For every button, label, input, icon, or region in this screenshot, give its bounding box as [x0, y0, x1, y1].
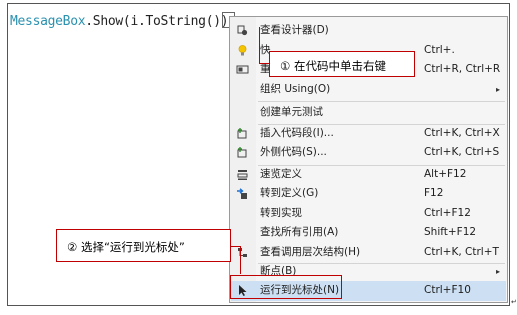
menu-item-peek-definition[interactable]: 速览定义 Alt+F12 [231, 165, 506, 185]
menu-item-label: 查看调用层次结构(H) [260, 245, 361, 258]
menu-item-label: 转到实现 [260, 206, 302, 219]
menu-item-shortcut: Shift+F12 [424, 226, 477, 238]
callout-step2: ② 选择“运行到光标处” [56, 229, 231, 262]
menu-item-label: 查看设计器(D) [260, 24, 329, 36]
submenu-arrow-icon: ▸ [495, 267, 500, 276]
menu-item-shortcut: Ctrl+K, Ctrl+T [424, 245, 499, 258]
callout-leader-step2-vertical [240, 246, 241, 274]
insert-snippet-icon [237, 127, 247, 138]
code-class-name: MessageBox [10, 14, 86, 29]
menu-item-shortcut: Ctrl+R, Ctrl+R [424, 63, 501, 75]
menu-item-insert-snippet[interactable]: 插入代码段(I)... Ctrl+K, Ctrl+X [231, 124, 506, 144]
menu-item-surround-with[interactable]: 外侧代码(S)... Ctrl+K, Ctrl+S [231, 143, 506, 163]
callout-step1: ① 在代码中单击右键 [269, 51, 415, 77]
menu-item-shortcut: F12 [424, 187, 444, 199]
menu-item-label: 组织 Using(O) [260, 82, 331, 95]
menu-item-label: 查找所有引用(A) [260, 226, 339, 238]
menu-item-label: 转到定义(G) [260, 187, 319, 199]
menu-item-find-all-references[interactable]: 查找所有引用(A) Shift+F12 [231, 223, 506, 243]
callout-step1-text: ① 在代码中单击右键 [280, 59, 386, 73]
view-designer-icon [237, 25, 248, 36]
menu-item-organize-usings[interactable]: 组织 Using(O) ▸ [231, 80, 506, 100]
menu-item-shortcut: Ctrl+F12 [424, 206, 471, 219]
callout-leader-step1-horizontal [259, 63, 269, 64]
callout-step2-text: ② 选择“运行到光标处” [67, 240, 185, 254]
paragraph-mark: ↵ [511, 298, 517, 306]
run-to-cursor-highlight-box [230, 275, 342, 299]
lightbulb-icon [238, 44, 247, 55]
menu-item-shortcut: Alt+F12 [424, 167, 467, 180]
surround-with-icon [237, 147, 247, 158]
menu-item-label: 外侧代码(S)... [260, 146, 327, 158]
menu-item-view-designer[interactable]: 查看设计器(D) [231, 21, 506, 41]
menu-item-go-to-definition[interactable]: 转到定义(G) F12 [231, 184, 506, 204]
menu-item-shortcut: Ctrl+K, Ctrl+X [424, 126, 500, 139]
menu-item-go-to-implementation[interactable]: 转到实现 Ctrl+F12 [231, 204, 506, 224]
callout-leader-step1 [259, 27, 260, 64]
peek-definition-icon [237, 169, 248, 180]
call-hierarchy-icon [238, 247, 247, 257]
menu-item-shortcut: Ctrl+. [424, 43, 455, 56]
rename-icon [236, 65, 249, 74]
menu-item-shortcut: Ctrl+K, Ctrl+S [424, 146, 500, 158]
go-to-definition-icon [237, 188, 247, 199]
menu-item-label: 速览定义 [260, 167, 302, 180]
code-call: .Show(i.ToString()); [85, 14, 236, 29]
menu-item-label: 插入代码段(I)... [260, 126, 334, 139]
menu-item-call-hierarchy[interactable]: 查看调用层次结构(H) Ctrl+K, Ctrl+T [231, 243, 506, 263]
code-editor-line[interactable]: MessageBox.Show(i.ToString()); [10, 13, 236, 31]
menu-item-label: 创建单元测试 [260, 105, 323, 118]
submenu-arrow-icon: ▸ [495, 84, 500, 94]
menu-item-create-unit-tests[interactable]: 创建单元测试 [231, 103, 506, 123]
menu-item-shortcut: Ctrl+F10 [424, 284, 471, 296]
